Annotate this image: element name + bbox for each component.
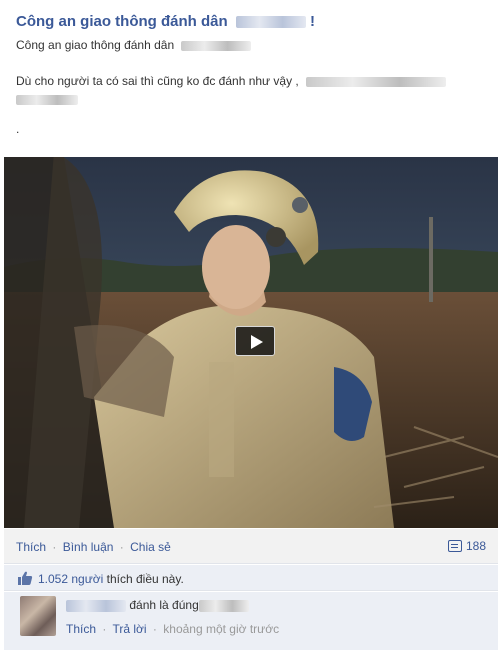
separator: · [52, 540, 57, 554]
separator: · [102, 622, 107, 636]
avatar[interactable] [20, 596, 56, 636]
comment-time[interactable]: khoảng một giờ trước [163, 622, 279, 636]
like-link[interactable]: Thích [16, 540, 46, 554]
comment-bubble-icon [447, 540, 462, 552]
video-player[interactable] [4, 157, 498, 528]
post-trailing-dot: . [16, 122, 20, 136]
separator: · [152, 622, 157, 636]
post-title[interactable]: Công an giao thông đánh dân ! [16, 13, 315, 30]
comment-link[interactable]: Bình luận [63, 540, 114, 554]
post-subtitle: Công an giao thông đánh dân [16, 38, 252, 52]
comment-meta: Thích · Trả lời · khoảng một giờ trước [66, 622, 279, 636]
play-button[interactable] [235, 326, 275, 356]
blurred-text [181, 40, 252, 51]
post-title-text[interactable]: Công an giao thông đánh dân [16, 13, 228, 30]
likes-row: 1.052 người thích điều này. [4, 565, 498, 591]
post-title-suffix: ! [309, 13, 315, 30]
blurred-name [235, 16, 306, 29]
comment-line: đánh là đúng [66, 598, 249, 612]
blurred-text [306, 76, 447, 87]
action-bar: Thích · Bình luận · Chia sẻ 188 [4, 529, 498, 564]
comment-text: đánh là đúng [129, 598, 199, 612]
comment-count-value: 188 [465, 539, 486, 553]
post-subtitle-text: Công an giao thông đánh dân [16, 38, 175, 52]
blurred-text [16, 94, 78, 105]
post-body: Dù cho người ta có sai thì cũng ko đc đá… [16, 72, 486, 108]
post-actions: Thích · Bình luận · Chia sẻ [16, 540, 171, 554]
comment-like-link[interactable]: Thích [66, 622, 96, 636]
share-link[interactable]: Chia sẻ [130, 540, 171, 554]
blurred-text [198, 599, 249, 612]
comment: đánh là đúng Thích · Trả lời · khoảng mộ… [4, 592, 498, 650]
likes-text: 1.052 người thích điều này. [38, 572, 184, 586]
comment-reply-link[interactable]: Trả lời [112, 622, 146, 636]
comment-count[interactable]: 188 [447, 539, 486, 553]
separator: · [119, 540, 124, 554]
likes-suffix: thích điều này. [106, 572, 184, 586]
likes-count-link[interactable]: 1.052 người [38, 572, 103, 586]
thumbs-up-icon [18, 571, 33, 585]
blurred-commenter-name[interactable] [66, 599, 126, 612]
post-body-text: Dù cho người ta có sai thì cũng ko đc đá… [16, 74, 299, 88]
play-icon [251, 335, 263, 349]
